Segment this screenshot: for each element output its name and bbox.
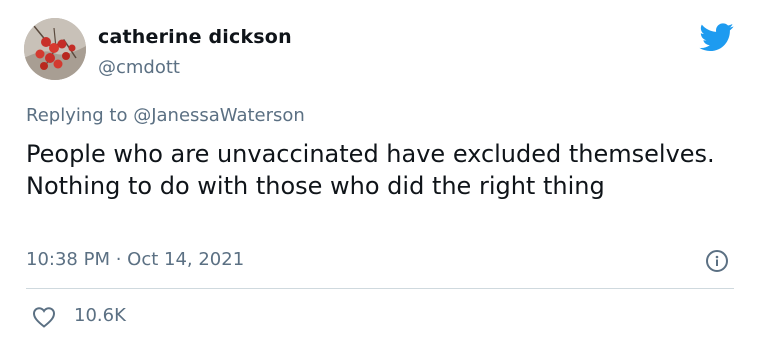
like-count: 10.6K bbox=[74, 305, 126, 326]
info-icon[interactable] bbox=[706, 250, 728, 272]
author-handle[interactable]: @cmdott bbox=[98, 57, 180, 78]
meta-separator: · bbox=[109, 249, 128, 270]
twitter-bird-icon[interactable] bbox=[698, 20, 736, 54]
tweet-timestamp[interactable]: 10:38 PM · Oct 14, 2021 bbox=[26, 249, 244, 270]
reply-mention-link[interactable]: @JanessaWaterson bbox=[133, 105, 305, 126]
tweet-text: People who are unvaccinated have exclude… bbox=[26, 140, 715, 200]
reply-prefix: Replying to bbox=[26, 105, 134, 126]
tweet-card: catherine dickson @cmdott Replying to @J… bbox=[0, 0, 758, 346]
author-name[interactable]: catherine dickson bbox=[98, 26, 292, 48]
tweet-date[interactable]: Oct 14, 2021 bbox=[127, 249, 244, 270]
avatar[interactable] bbox=[24, 18, 86, 80]
tweet-time[interactable]: 10:38 PM bbox=[26, 249, 110, 270]
reply-context: Replying to @JanessaWaterson bbox=[26, 105, 305, 126]
divider bbox=[26, 288, 734, 289]
heart-icon[interactable] bbox=[32, 306, 56, 328]
